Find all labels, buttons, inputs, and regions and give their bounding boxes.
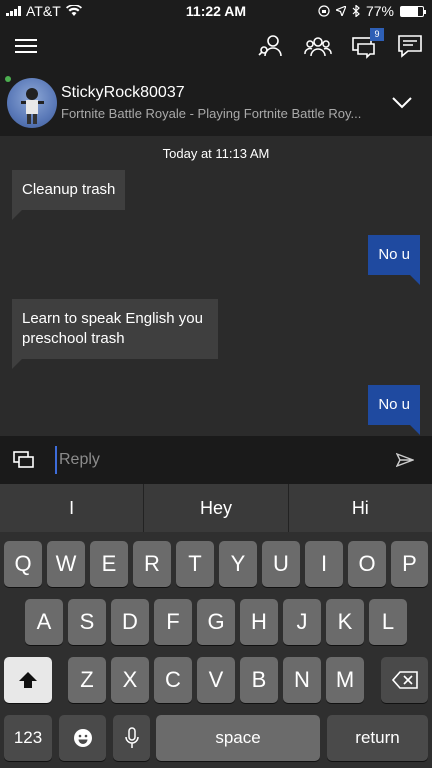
bluetooth-icon: [352, 5, 360, 17]
messages-button[interactable]: 9: [350, 28, 384, 60]
avatar[interactable]: [7, 78, 57, 128]
key-t[interactable]: T: [176, 541, 214, 587]
message-bubble-outgoing[interactable]: No u: [368, 235, 420, 285]
conversation-header[interactable]: StickyRock80037 Fortnite Battle Royale -…: [0, 70, 432, 136]
shift-arrow-icon: [19, 672, 37, 688]
friend-search-icon[interactable]: [257, 32, 285, 60]
space-key[interactable]: space: [156, 715, 320, 761]
feedback-icon[interactable]: [396, 32, 424, 60]
message-timestamp: Today at 11:13 AM: [162, 146, 270, 161]
location-icon: [335, 6, 346, 16]
key-h[interactable]: H: [240, 599, 278, 645]
key-r[interactable]: R: [133, 541, 171, 587]
keyboard: Q W E R T Y U I O P A S D F G H J K L Z …: [0, 532, 432, 768]
key-q[interactable]: Q: [4, 541, 42, 587]
reply-input[interactable]: [55, 446, 375, 474]
key-c[interactable]: C: [154, 657, 192, 703]
orientation-lock-icon: [318, 5, 330, 17]
message-bubble-outgoing[interactable]: No u: [368, 385, 420, 435]
dictation-key[interactable]: [113, 715, 150, 761]
key-k[interactable]: K: [326, 599, 364, 645]
avatar-figure-icon: [21, 88, 44, 124]
reply-bar: [0, 436, 432, 484]
key-f[interactable]: F: [154, 599, 192, 645]
party-icon[interactable]: [304, 32, 332, 60]
key-v[interactable]: V: [197, 657, 235, 703]
key-m[interactable]: M: [326, 657, 364, 703]
suggestion-item[interactable]: Hey: [144, 484, 289, 532]
chevron-down-icon[interactable]: [390, 90, 414, 114]
key-d[interactable]: D: [111, 599, 149, 645]
suggestion-item[interactable]: Hi: [289, 484, 432, 532]
message-thread[interactable]: Today at 11:13 AM Cleanup trash No u Lea…: [0, 136, 432, 436]
key-w[interactable]: W: [47, 541, 85, 587]
key-y[interactable]: Y: [219, 541, 257, 587]
key-e[interactable]: E: [90, 541, 128, 587]
key-o[interactable]: O: [348, 541, 386, 587]
numbers-key[interactable]: 123: [4, 715, 52, 761]
online-status-icon: [5, 76, 11, 82]
key-s[interactable]: S: [68, 599, 106, 645]
suggestion-bar: I Hey Hi: [0, 484, 432, 532]
backspace-icon: [391, 671, 418, 689]
key-u[interactable]: U: [262, 541, 300, 587]
key-n[interactable]: N: [283, 657, 321, 703]
messages-badge: 9: [370, 28, 384, 41]
emoji-icon: [73, 729, 92, 747]
key-l[interactable]: L: [369, 599, 407, 645]
battery-fill: [401, 6, 418, 16]
key-a[interactable]: A: [25, 599, 63, 645]
key-g[interactable]: G: [197, 599, 235, 645]
backspace-key[interactable]: [381, 657, 428, 703]
emoji-key[interactable]: [59, 715, 106, 761]
key-x[interactable]: X: [111, 657, 149, 703]
shift-key[interactable]: [4, 657, 52, 703]
return-key[interactable]: return: [327, 715, 428, 761]
battery-percent: 77%: [365, 3, 394, 19]
activity-status: Fortnite Battle Royale - Playing Fortnit…: [61, 106, 362, 121]
key-j[interactable]: J: [283, 599, 321, 645]
message-bubble-incoming[interactable]: Learn to speak English you preschool tra…: [12, 299, 218, 369]
suggestion-item[interactable]: I: [0, 484, 145, 532]
app-bar: 9: [0, 22, 432, 70]
attach-screenshot-icon[interactable]: [13, 450, 35, 470]
status-right: 77%: [318, 3, 426, 19]
menu-icon[interactable]: [12, 32, 40, 60]
gamertag[interactable]: StickyRock80037: [61, 84, 185, 102]
key-i[interactable]: I: [305, 541, 343, 587]
microphone-icon: [124, 727, 139, 748]
message-bubble-incoming[interactable]: Cleanup trash: [12, 170, 126, 220]
battery-icon: [400, 5, 426, 17]
key-p[interactable]: P: [391, 541, 428, 587]
key-z[interactable]: Z: [68, 657, 106, 703]
status-bar: AT&T 11:22 AM 77%: [0, 0, 432, 22]
send-icon[interactable]: [396, 452, 414, 468]
key-b[interactable]: B: [240, 657, 278, 703]
